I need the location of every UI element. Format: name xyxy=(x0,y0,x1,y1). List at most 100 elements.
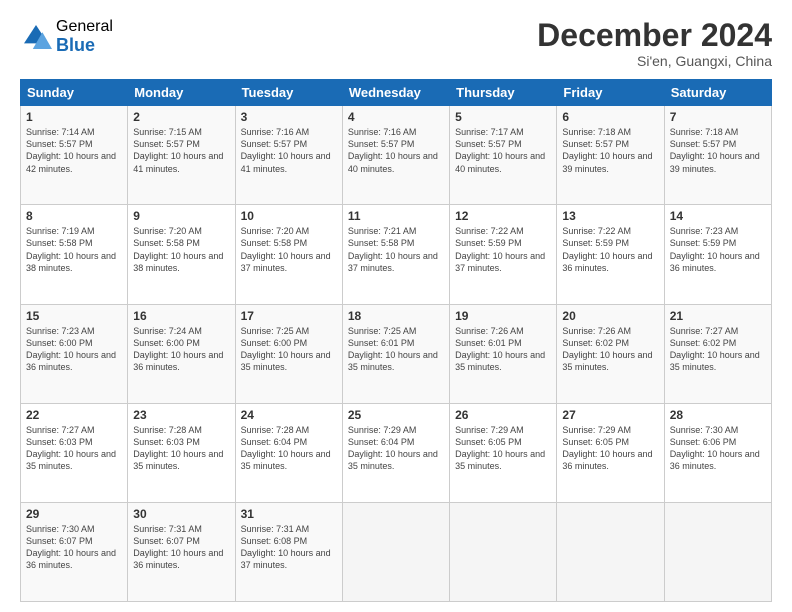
day-info: Sunrise: 7:28 AMSunset: 6:04 PMDaylight:… xyxy=(241,425,331,471)
table-row: 6Sunrise: 7:18 AMSunset: 5:57 PMDaylight… xyxy=(557,106,664,205)
day-number: 18 xyxy=(348,309,444,323)
day-number: 13 xyxy=(562,209,658,223)
table-row xyxy=(664,502,771,601)
table-row: 26Sunrise: 7:29 AMSunset: 6:05 PMDayligh… xyxy=(450,403,557,502)
day-info: Sunrise: 7:17 AMSunset: 5:57 PMDaylight:… xyxy=(455,127,545,173)
day-number: 5 xyxy=(455,110,551,124)
table-row: 24 Sunrise: 7:28 AMSunset: 6:04 PMDayligh… xyxy=(235,403,342,502)
logo-blue: Blue xyxy=(56,36,113,56)
day-number: 24 xyxy=(241,408,337,422)
col-sunday: Sunday xyxy=(21,80,128,106)
table-row: 16 Sunrise: 7:24 AMSunset: 6:00 PMDayligh… xyxy=(128,304,235,403)
logo-text: General Blue xyxy=(56,18,113,55)
day-info: Sunrise: 7:27 AMSunset: 6:03 PMDaylight:… xyxy=(26,425,116,471)
table-row: 23 Sunrise: 7:28 AMSunset: 6:03 PMDayligh… xyxy=(128,403,235,502)
title-area: December 2024 Si'en, Guangxi, China xyxy=(537,18,772,69)
day-info: Sunrise: 7:23 AMSunset: 6:00 PMDaylight:… xyxy=(26,326,116,372)
location: Si'en, Guangxi, China xyxy=(537,53,772,69)
logo-icon xyxy=(20,21,52,53)
col-friday: Friday xyxy=(557,80,664,106)
week-row-1: 1 Sunrise: 7:14 AMSunset: 5:57 PMDaylight… xyxy=(21,106,772,205)
logo-general: General xyxy=(56,18,113,36)
day-number: 7 xyxy=(670,110,766,124)
day-number: 26 xyxy=(455,408,551,422)
table-row: 13Sunrise: 7:22 AMSunset: 5:59 PMDayligh… xyxy=(557,205,664,304)
header-row: Sunday Monday Tuesday Wednesday Thursday… xyxy=(21,80,772,106)
table-row: 9Sunrise: 7:20 AMSunset: 5:58 PMDaylight… xyxy=(128,205,235,304)
day-info: Sunrise: 7:22 AMSunset: 5:59 PMDaylight:… xyxy=(455,226,545,272)
calendar: Sunday Monday Tuesday Wednesday Thursday… xyxy=(20,79,772,602)
day-info: Sunrise: 7:25 AMSunset: 6:01 PMDaylight:… xyxy=(348,326,438,372)
table-row: 19 Sunrise: 7:26 AMSunset: 6:01 PMDayligh… xyxy=(450,304,557,403)
table-row: 14 Sunrise: 7:23 AMSunset: 5:59 PMDayligh… xyxy=(664,205,771,304)
table-row xyxy=(342,502,449,601)
day-number: 23 xyxy=(133,408,229,422)
day-number: 12 xyxy=(455,209,551,223)
table-row: 8Sunrise: 7:19 AMSunset: 5:58 PMDaylight… xyxy=(21,205,128,304)
col-thursday: Thursday xyxy=(450,80,557,106)
table-row: 20 Sunrise: 7:26 AMSunset: 6:02 PMDayligh… xyxy=(557,304,664,403)
table-row: 21Sunrise: 7:27 AMSunset: 6:02 PMDayligh… xyxy=(664,304,771,403)
day-number: 15 xyxy=(26,309,122,323)
table-row: 22Sunrise: 7:27 AMSunset: 6:03 PMDayligh… xyxy=(21,403,128,502)
day-info: Sunrise: 7:20 AMSunset: 5:58 PMDaylight:… xyxy=(241,226,331,272)
day-number: 2 xyxy=(133,110,229,124)
day-info: Sunrise: 7:16 AMSunset: 5:57 PMDaylight:… xyxy=(241,127,331,173)
day-info: Sunrise: 7:31 AMSunset: 6:07 PMDaylight:… xyxy=(133,524,223,570)
table-row: 18 Sunrise: 7:25 AMSunset: 6:01 PMDayligh… xyxy=(342,304,449,403)
table-row: 10Sunrise: 7:20 AMSunset: 5:58 PMDayligh… xyxy=(235,205,342,304)
table-row: 27Sunrise: 7:29 AMSunset: 6:05 PMDayligh… xyxy=(557,403,664,502)
header: General Blue December 2024 Si'en, Guangx… xyxy=(20,18,772,69)
day-number: 19 xyxy=(455,309,551,323)
day-info: Sunrise: 7:23 AMSunset: 5:59 PMDaylight:… xyxy=(670,226,760,272)
col-saturday: Saturday xyxy=(664,80,771,106)
day-info: Sunrise: 7:16 AMSunset: 5:57 PMDaylight:… xyxy=(348,127,438,173)
day-info: Sunrise: 7:21 AMSunset: 5:58 PMDaylight:… xyxy=(348,226,438,272)
day-info: Sunrise: 7:29 AMSunset: 6:05 PMDaylight:… xyxy=(562,425,652,471)
day-info: Sunrise: 7:31 AMSunset: 6:08 PMDaylight:… xyxy=(241,524,331,570)
day-number: 17 xyxy=(241,309,337,323)
day-info: Sunrise: 7:24 AMSunset: 6:00 PMDaylight:… xyxy=(133,326,223,372)
day-info: Sunrise: 7:19 AMSunset: 5:58 PMDaylight:… xyxy=(26,226,116,272)
week-row-2: 8Sunrise: 7:19 AMSunset: 5:58 PMDaylight… xyxy=(21,205,772,304)
calendar-table: Sunday Monday Tuesday Wednesday Thursday… xyxy=(20,79,772,602)
table-row: 5 Sunrise: 7:17 AMSunset: 5:57 PMDaylight… xyxy=(450,106,557,205)
day-info: Sunrise: 7:20 AMSunset: 5:58 PMDaylight:… xyxy=(133,226,223,272)
day-number: 30 xyxy=(133,507,229,521)
day-number: 28 xyxy=(670,408,766,422)
table-row: 2 Sunrise: 7:15 AMSunset: 5:57 PMDaylight… xyxy=(128,106,235,205)
day-number: 3 xyxy=(241,110,337,124)
col-tuesday: Tuesday xyxy=(235,80,342,106)
table-row: 30 Sunrise: 7:31 AMSunset: 6:07 PMDayligh… xyxy=(128,502,235,601)
day-number: 11 xyxy=(348,209,444,223)
col-wednesday: Wednesday xyxy=(342,80,449,106)
day-number: 29 xyxy=(26,507,122,521)
month-title: December 2024 xyxy=(537,18,772,53)
week-row-5: 29Sunrise: 7:30 AMSunset: 6:07 PMDayligh… xyxy=(21,502,772,601)
day-info: Sunrise: 7:18 AMSunset: 5:57 PMDaylight:… xyxy=(670,127,760,173)
day-info: Sunrise: 7:15 AMSunset: 5:57 PMDaylight:… xyxy=(133,127,223,173)
logo: General Blue xyxy=(20,18,113,55)
day-info: Sunrise: 7:26 AMSunset: 6:01 PMDaylight:… xyxy=(455,326,545,372)
table-row: 7 Sunrise: 7:18 AMSunset: 5:57 PMDaylight… xyxy=(664,106,771,205)
table-row: 3 Sunrise: 7:16 AMSunset: 5:57 PMDaylight… xyxy=(235,106,342,205)
day-number: 16 xyxy=(133,309,229,323)
day-info: Sunrise: 7:26 AMSunset: 6:02 PMDaylight:… xyxy=(562,326,652,372)
table-row: 28Sunrise: 7:30 AMSunset: 6:06 PMDayligh… xyxy=(664,403,771,502)
table-row: 12 Sunrise: 7:22 AMSunset: 5:59 PMDayligh… xyxy=(450,205,557,304)
col-monday: Monday xyxy=(128,80,235,106)
day-number: 4 xyxy=(348,110,444,124)
day-number: 20 xyxy=(562,309,658,323)
day-info: Sunrise: 7:14 AMSunset: 5:57 PMDaylight:… xyxy=(26,127,116,173)
day-info: Sunrise: 7:28 AMSunset: 6:03 PMDaylight:… xyxy=(133,425,223,471)
day-number: 1 xyxy=(26,110,122,124)
page: General Blue December 2024 Si'en, Guangx… xyxy=(0,0,792,612)
table-row: 29Sunrise: 7:30 AMSunset: 6:07 PMDayligh… xyxy=(21,502,128,601)
table-row: 15 Sunrise: 7:23 AMSunset: 6:00 PMDayligh… xyxy=(21,304,128,403)
week-row-3: 15 Sunrise: 7:23 AMSunset: 6:00 PMDayligh… xyxy=(21,304,772,403)
day-info: Sunrise: 7:25 AMSunset: 6:00 PMDaylight:… xyxy=(241,326,331,372)
day-number: 6 xyxy=(562,110,658,124)
table-row: 11 Sunrise: 7:21 AMSunset: 5:58 PMDayligh… xyxy=(342,205,449,304)
day-number: 14 xyxy=(670,209,766,223)
table-row: 31Sunrise: 7:31 AMSunset: 6:08 PMDayligh… xyxy=(235,502,342,601)
